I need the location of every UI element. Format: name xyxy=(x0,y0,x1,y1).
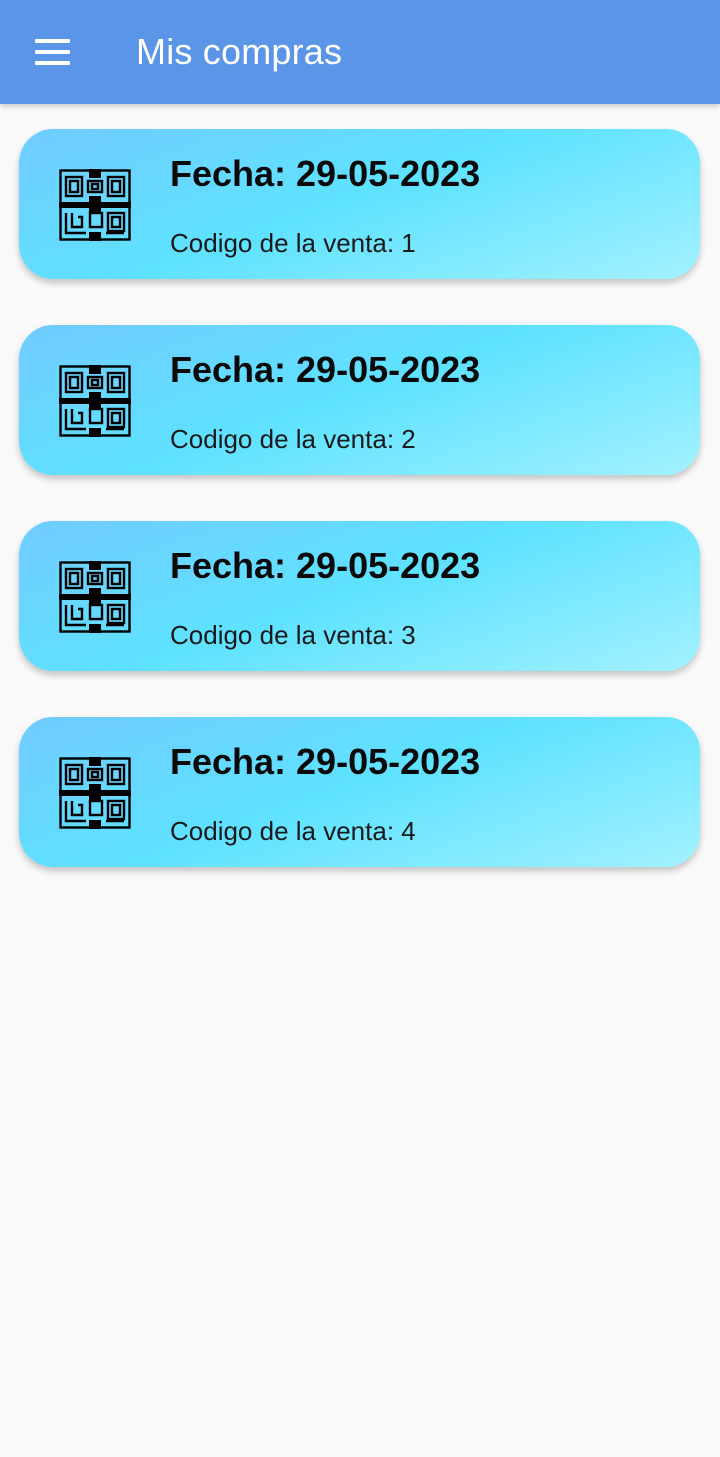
purchase-card[interactable]: Fecha: 29-05-2023 Codigo de la venta: 1 xyxy=(19,129,700,279)
purchase-code: Codigo de la venta: 1 xyxy=(170,228,416,258)
menu-icon-line xyxy=(35,61,70,65)
purchase-code: Codigo de la venta: 4 xyxy=(170,816,416,846)
hamburger-menu-icon[interactable] xyxy=(22,22,82,82)
purchase-code: Codigo de la venta: 2 xyxy=(170,424,416,454)
purchase-card[interactable]: Fecha: 29-05-2023 Codigo de la venta: 2 xyxy=(19,325,700,475)
purchase-code: Codigo de la venta: 3 xyxy=(170,620,416,650)
qr-code-icon xyxy=(59,757,131,829)
purchase-date: Fecha: 29-05-2023 xyxy=(170,153,481,194)
purchase-date: Fecha: 29-05-2023 xyxy=(170,545,481,586)
page-title: Mis compras xyxy=(136,31,343,72)
qr-code-icon xyxy=(59,561,131,633)
app-bar: Mis compras xyxy=(0,0,720,104)
menu-icon-line xyxy=(35,50,70,54)
purchase-date: Fecha: 29-05-2023 xyxy=(170,349,481,390)
menu-icon-line xyxy=(35,39,70,43)
purchase-date: Fecha: 29-05-2023 xyxy=(170,741,481,782)
qr-code-icon xyxy=(59,169,131,241)
qr-code-icon xyxy=(59,365,131,437)
purchase-card[interactable]: Fecha: 29-05-2023 Codigo de la venta: 4 xyxy=(19,717,700,867)
purchase-card[interactable]: Fecha: 29-05-2023 Codigo de la venta: 3 xyxy=(19,521,700,671)
